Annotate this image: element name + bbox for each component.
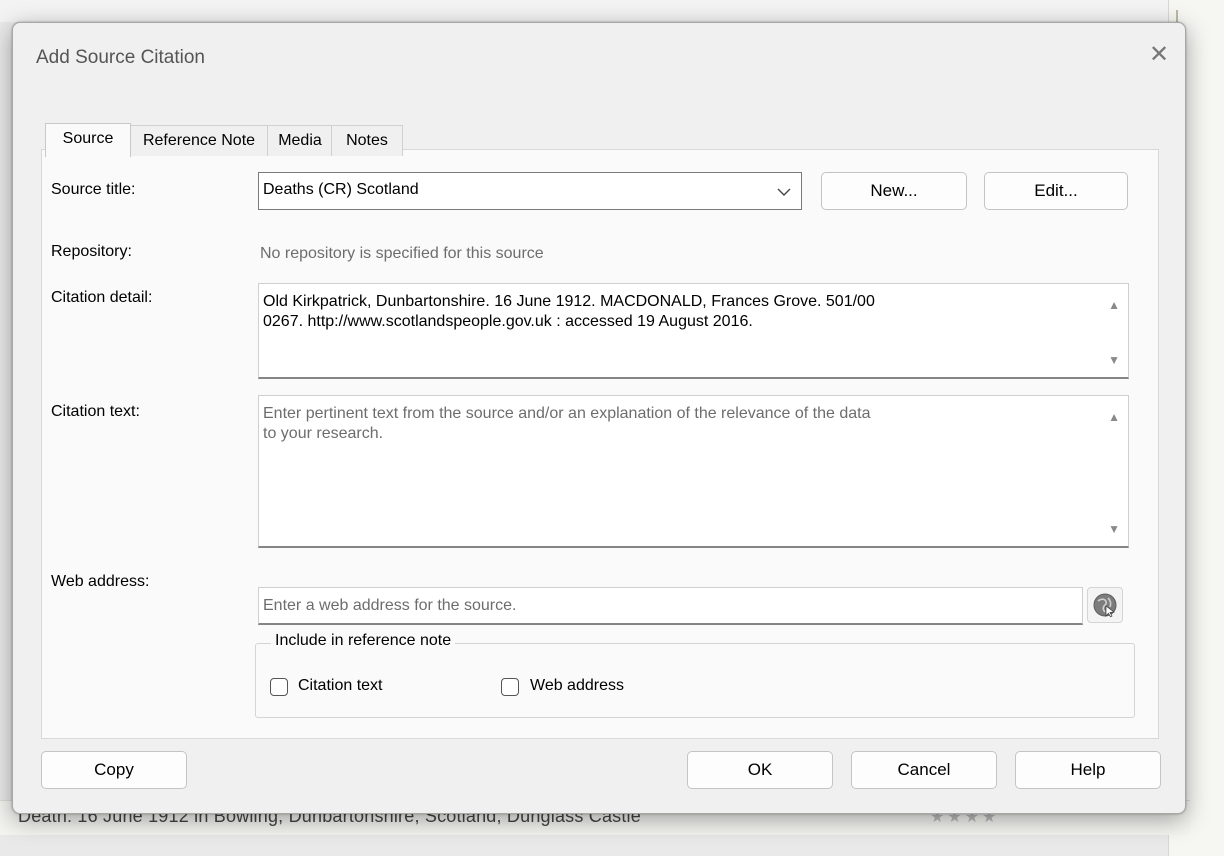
- citation-text-label: Citation text:: [51, 403, 140, 420]
- tab-notes[interactable]: Notes: [331, 125, 403, 156]
- chevron-down-icon[interactable]: [777, 179, 791, 208]
- dialog-title: Add Source Citation: [36, 47, 205, 68]
- add-source-citation-dialog: Add Source Citation ✕ Source Reference N…: [12, 22, 1186, 814]
- scroll-down-icon[interactable]: ▼: [1108, 522, 1120, 536]
- edit-source-button[interactable]: Edit...: [984, 172, 1128, 210]
- tab-media[interactable]: Media: [267, 125, 333, 156]
- repository-value: No repository is specified for this sour…: [260, 245, 544, 262]
- include-in-reference-note-label: Include in reference note: [271, 632, 456, 650]
- include-citation-text-checkbox[interactable]: [270, 678, 288, 696]
- include-in-reference-note-group: [255, 643, 1135, 718]
- globe-icon[interactable]: [1087, 587, 1123, 623]
- copy-button[interactable]: Copy: [41, 751, 187, 789]
- tab-source[interactable]: Source: [45, 123, 131, 157]
- cancel-button[interactable]: Cancel: [851, 751, 997, 789]
- source-title-value: Deaths (CR) Scotland: [263, 181, 419, 198]
- citation-detail-value: Old Kirkpatrick, Dunbartonshire. 16 June…: [263, 293, 875, 330]
- include-citation-text-label: Citation text: [298, 677, 383, 694]
- citation-detail-textarea[interactable]: Old Kirkpatrick, Dunbartonshire. 16 June…: [258, 283, 1129, 379]
- web-address-label: Web address:: [51, 573, 150, 590]
- tab-reference-note[interactable]: Reference Note: [129, 125, 269, 156]
- web-address-input[interactable]: Enter a web address for the source.: [258, 587, 1083, 625]
- include-web-address-checkbox[interactable]: [501, 678, 519, 696]
- background-app-bar: [0, 0, 1224, 22]
- citation-text-textarea[interactable]: Enter pertinent text from the source and…: [258, 395, 1129, 548]
- close-button[interactable]: ✕: [1143, 39, 1175, 71]
- source-title-label: Source title:: [51, 181, 136, 198]
- scroll-up-icon[interactable]: ▲: [1108, 298, 1120, 312]
- scroll-up-icon[interactable]: ▲: [1108, 410, 1120, 424]
- new-source-button[interactable]: New...: [821, 172, 967, 210]
- citation-detail-label: Citation detail:: [51, 289, 153, 306]
- scroll-down-icon[interactable]: ▼: [1108, 353, 1120, 367]
- source-title-combobox[interactable]: Deaths (CR) Scotland: [258, 172, 802, 210]
- ok-button[interactable]: OK: [687, 751, 833, 789]
- citation-text-placeholder: Enter pertinent text from the source and…: [263, 405, 871, 442]
- help-button[interactable]: Help: [1015, 751, 1161, 789]
- web-address-placeholder: Enter a web address for the source.: [263, 597, 517, 614]
- repository-label: Repository:: [51, 243, 132, 260]
- include-web-address-label: Web address: [530, 677, 624, 694]
